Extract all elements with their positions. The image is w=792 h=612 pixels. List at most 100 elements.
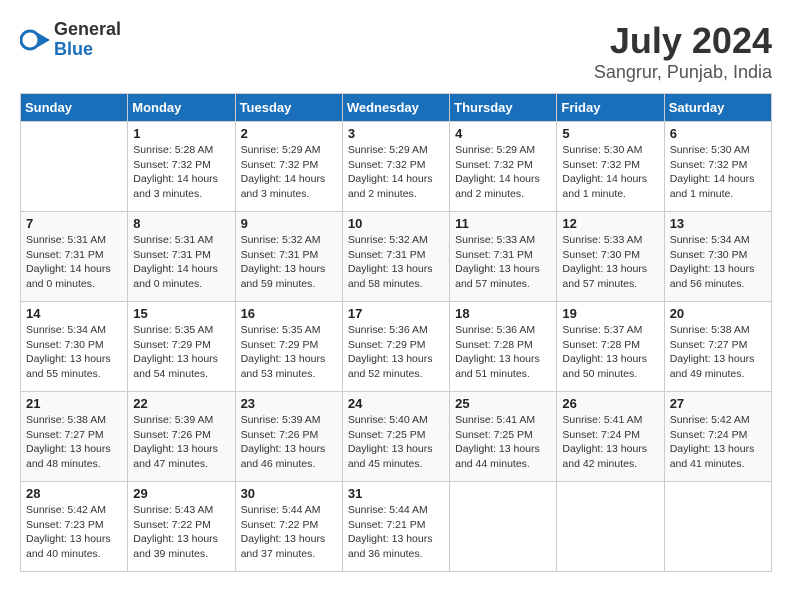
header-day-thursday: Thursday: [450, 94, 557, 122]
day-number: 1: [133, 126, 229, 141]
day-cell: 22Sunrise: 5:39 AM Sunset: 7:26 PM Dayli…: [128, 392, 235, 482]
day-info: Sunrise: 5:43 AM Sunset: 7:22 PM Dayligh…: [133, 503, 229, 562]
day-number: 27: [670, 396, 766, 411]
day-number: 23: [241, 396, 337, 411]
day-cell: 9Sunrise: 5:32 AM Sunset: 7:31 PM Daylig…: [235, 212, 342, 302]
day-cell: 12 Sunrise: 5:33 AM Sunset: 7:30 PM Dayli…: [557, 212, 664, 302]
day-cell: [664, 482, 771, 572]
day-number: 11: [455, 216, 551, 231]
day-number: 29: [133, 486, 229, 501]
day-number: 6: [670, 126, 766, 141]
day-cell: 6 Sunrise: 5:30 AM Sunset: 7:32 PM Daylig…: [664, 122, 771, 212]
day-info: Sunrise: 5:33 AM Sunset: 7:30 PM Dayligh…: [562, 233, 658, 292]
day-number: 25: [455, 396, 551, 411]
day-info: Sunrise: 5:44 AM Sunset: 7:21 PM Dayligh…: [348, 503, 444, 562]
day-info: Sunrise: 5:36 AM Sunset: 7:29 PM Dayligh…: [348, 323, 444, 382]
day-cell: 7Sunrise: 5:31 AM Sunset: 7:31 PM Daylig…: [21, 212, 128, 302]
day-cell: 17 Sunrise: 5:36 AM Sunset: 7:29 PM Dayli…: [342, 302, 449, 392]
day-cell: 4Sunrise: 5:29 AM Sunset: 7:32 PM Daylig…: [450, 122, 557, 212]
day-cell: 3 Sunrise: 5:29 AM Sunset: 7:32 PM Daylig…: [342, 122, 449, 212]
day-number: 5: [562, 126, 658, 141]
day-cell: [450, 482, 557, 572]
day-number: 3: [348, 126, 444, 141]
day-number: 31: [348, 486, 444, 501]
day-cell: 24 Sunrise: 5:40 AM Sunset: 7:25 PM Dayli…: [342, 392, 449, 482]
day-cell: 29 Sunrise: 5:43 AM Sunset: 7:22 PM Dayli…: [128, 482, 235, 572]
day-info: Sunrise: 5:30 AM Sunset: 7:32 PM Dayligh…: [562, 143, 658, 202]
day-info: Sunrise: 5:28 AM Sunset: 7:32 PM Dayligh…: [133, 143, 229, 202]
day-info: Sunrise: 5:31 AM Sunset: 7:31 PM Dayligh…: [26, 233, 122, 292]
day-number: 12: [562, 216, 658, 231]
week-row-2: 7Sunrise: 5:31 AM Sunset: 7:31 PM Daylig…: [21, 212, 772, 302]
main-title: July 2024: [594, 20, 772, 62]
day-cell: 10 Sunrise: 5:32 AM Sunset: 7:31 PM Dayli…: [342, 212, 449, 302]
day-cell: 8 Sunrise: 5:31 AM Sunset: 7:31 PM Daylig…: [128, 212, 235, 302]
day-cell: 2 Sunrise: 5:29 AM Sunset: 7:32 PM Daylig…: [235, 122, 342, 212]
day-number: 18: [455, 306, 551, 321]
subtitle: Sangrur, Punjab, India: [594, 62, 772, 83]
day-number: 28: [26, 486, 122, 501]
day-cell: 26 Sunrise: 5:41 AM Sunset: 7:24 PM Dayli…: [557, 392, 664, 482]
calendar-table: SundayMondayTuesdayWednesdayThursdayFrid…: [20, 93, 772, 572]
day-number: 17: [348, 306, 444, 321]
header: General Blue July 2024 Sangrur, Punjab, …: [20, 20, 772, 83]
day-info: Sunrise: 5:35 AM Sunset: 7:29 PM Dayligh…: [241, 323, 337, 382]
day-info: Sunrise: 5:34 AM Sunset: 7:30 PM Dayligh…: [670, 233, 766, 292]
day-cell: [21, 122, 128, 212]
day-cell: 27 Sunrise: 5:42 AM Sunset: 7:24 PM Dayli…: [664, 392, 771, 482]
day-number: 26: [562, 396, 658, 411]
day-info: Sunrise: 5:39 AM Sunset: 7:26 PM Dayligh…: [133, 413, 229, 472]
day-cell: 28 Sunrise: 5:42 AM Sunset: 7:23 PM Dayli…: [21, 482, 128, 572]
day-cell: 5 Sunrise: 5:30 AM Sunset: 7:32 PM Daylig…: [557, 122, 664, 212]
day-number: 30: [241, 486, 337, 501]
day-info: Sunrise: 5:38 AM Sunset: 7:27 PM Dayligh…: [26, 413, 122, 472]
day-info: Sunrise: 5:42 AM Sunset: 7:23 PM Dayligh…: [26, 503, 122, 562]
day-info: Sunrise: 5:32 AM Sunset: 7:31 PM Dayligh…: [348, 233, 444, 292]
day-number: 13: [670, 216, 766, 231]
day-cell: 21 Sunrise: 5:38 AM Sunset: 7:27 PM Dayli…: [21, 392, 128, 482]
logo-general-text: General: [54, 20, 121, 40]
day-number: 8: [133, 216, 229, 231]
logo: General Blue: [20, 20, 121, 60]
day-number: 19: [562, 306, 658, 321]
header-day-monday: Monday: [128, 94, 235, 122]
day-number: 10: [348, 216, 444, 231]
day-cell: 25Sunrise: 5:41 AM Sunset: 7:25 PM Dayli…: [450, 392, 557, 482]
day-cell: 14 Sunrise: 5:34 AM Sunset: 7:30 PM Dayli…: [21, 302, 128, 392]
day-number: 16: [241, 306, 337, 321]
logo-blue-text: Blue: [54, 40, 121, 60]
calendar-body: 1 Sunrise: 5:28 AM Sunset: 7:32 PM Daylig…: [21, 122, 772, 572]
day-info: Sunrise: 5:37 AM Sunset: 7:28 PM Dayligh…: [562, 323, 658, 382]
logo-icon: [20, 25, 50, 55]
day-cell: 13 Sunrise: 5:34 AM Sunset: 7:30 PM Dayli…: [664, 212, 771, 302]
week-row-3: 14 Sunrise: 5:34 AM Sunset: 7:30 PM Dayli…: [21, 302, 772, 392]
day-info: Sunrise: 5:38 AM Sunset: 7:27 PM Dayligh…: [670, 323, 766, 382]
header-day-saturday: Saturday: [664, 94, 771, 122]
day-cell: 11 Sunrise: 5:33 AM Sunset: 7:31 PM Dayli…: [450, 212, 557, 302]
day-info: Sunrise: 5:41 AM Sunset: 7:24 PM Dayligh…: [562, 413, 658, 472]
day-number: 24: [348, 396, 444, 411]
week-row-1: 1 Sunrise: 5:28 AM Sunset: 7:32 PM Daylig…: [21, 122, 772, 212]
day-info: Sunrise: 5:33 AM Sunset: 7:31 PM Dayligh…: [455, 233, 551, 292]
day-number: 14: [26, 306, 122, 321]
day-cell: 31 Sunrise: 5:44 AM Sunset: 7:21 PM Dayli…: [342, 482, 449, 572]
day-cell: 16 Sunrise: 5:35 AM Sunset: 7:29 PM Dayli…: [235, 302, 342, 392]
day-info: Sunrise: 5:29 AM Sunset: 7:32 PM Dayligh…: [348, 143, 444, 202]
day-number: 2: [241, 126, 337, 141]
day-info: Sunrise: 5:42 AM Sunset: 7:24 PM Dayligh…: [670, 413, 766, 472]
header-day-wednesday: Wednesday: [342, 94, 449, 122]
calendar-header: SundayMondayTuesdayWednesdayThursdayFrid…: [21, 94, 772, 122]
day-info: Sunrise: 5:40 AM Sunset: 7:25 PM Dayligh…: [348, 413, 444, 472]
header-day-sunday: Sunday: [21, 94, 128, 122]
day-info: Sunrise: 5:30 AM Sunset: 7:32 PM Dayligh…: [670, 143, 766, 202]
week-row-5: 28 Sunrise: 5:42 AM Sunset: 7:23 PM Dayli…: [21, 482, 772, 572]
day-cell: 23Sunrise: 5:39 AM Sunset: 7:26 PM Dayli…: [235, 392, 342, 482]
day-cell: 15Sunrise: 5:35 AM Sunset: 7:29 PM Dayli…: [128, 302, 235, 392]
day-number: 21: [26, 396, 122, 411]
day-info: Sunrise: 5:44 AM Sunset: 7:22 PM Dayligh…: [241, 503, 337, 562]
day-info: Sunrise: 5:31 AM Sunset: 7:31 PM Dayligh…: [133, 233, 229, 292]
day-info: Sunrise: 5:34 AM Sunset: 7:30 PM Dayligh…: [26, 323, 122, 382]
day-info: Sunrise: 5:29 AM Sunset: 7:32 PM Dayligh…: [241, 143, 337, 202]
header-day-friday: Friday: [557, 94, 664, 122]
day-cell: 1 Sunrise: 5:28 AM Sunset: 7:32 PM Daylig…: [128, 122, 235, 212]
